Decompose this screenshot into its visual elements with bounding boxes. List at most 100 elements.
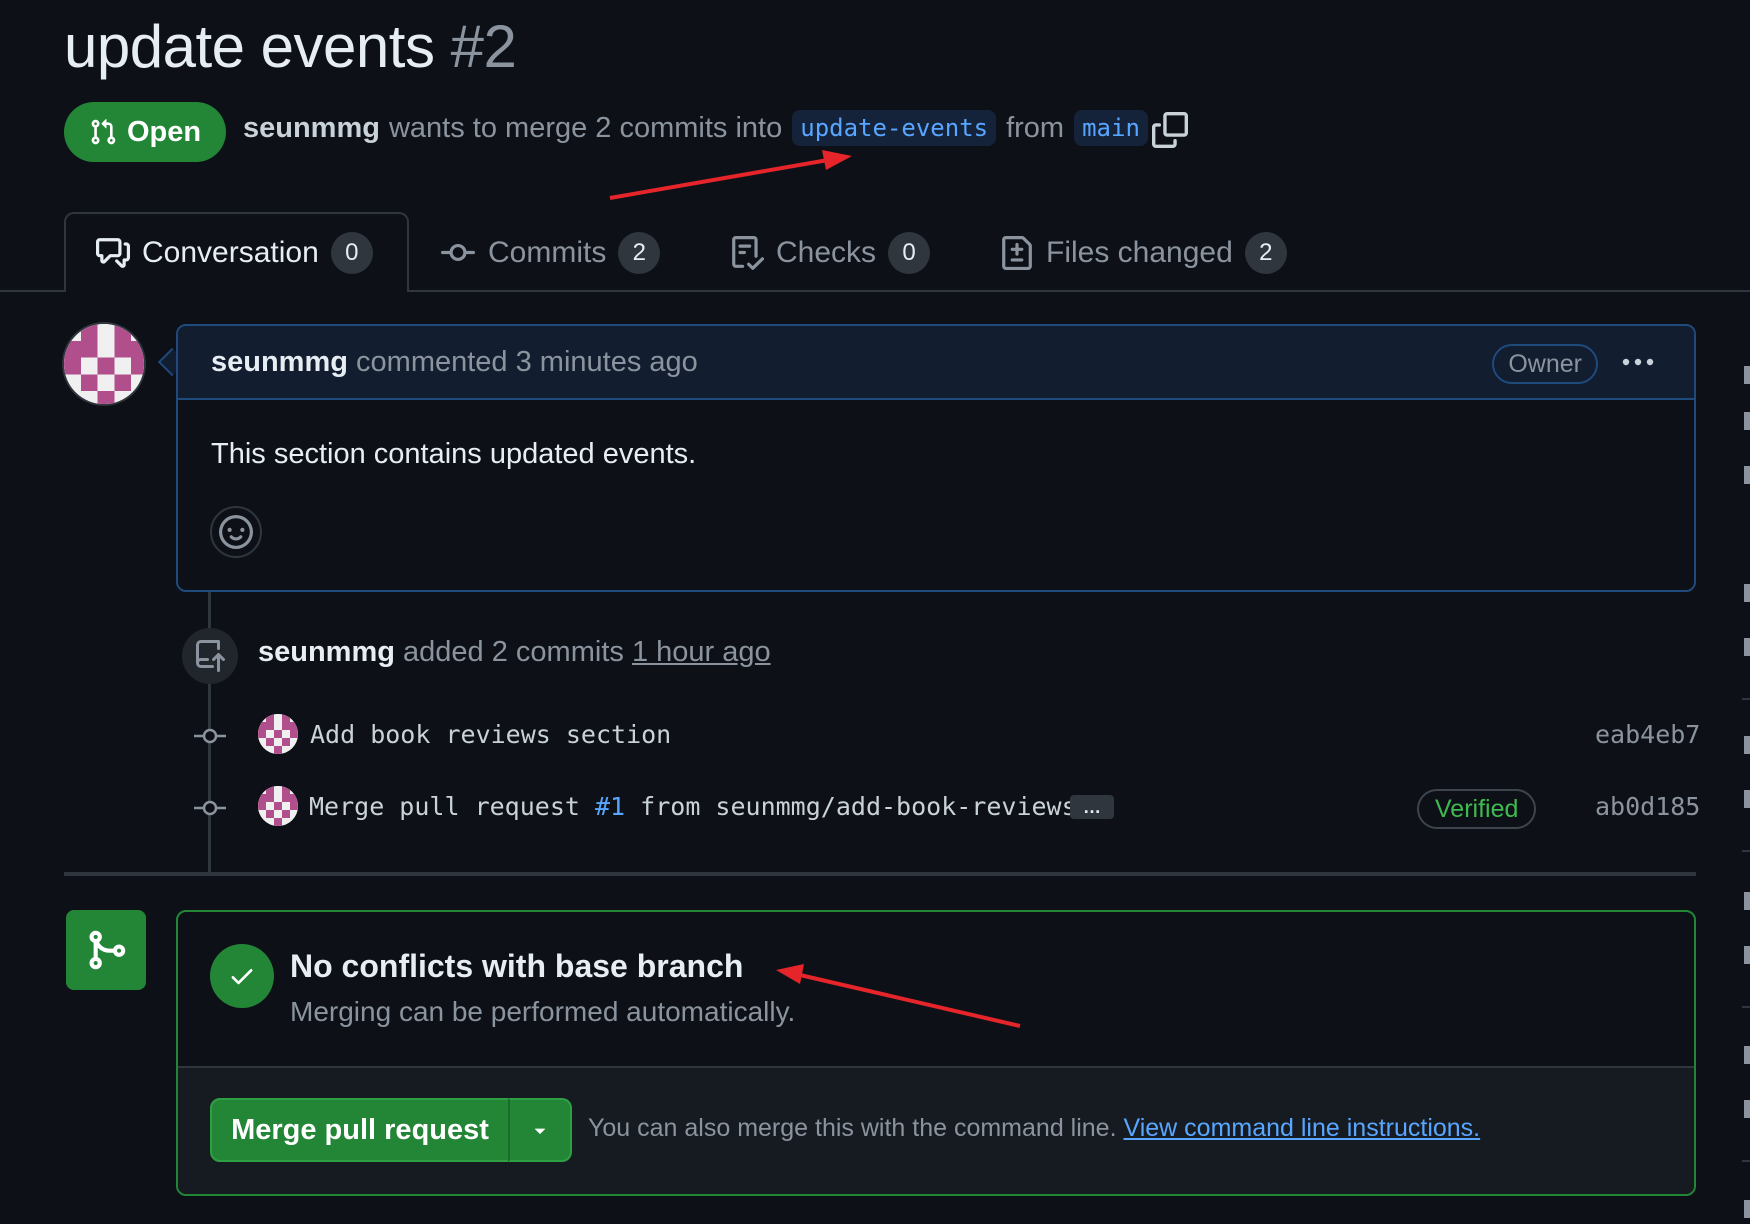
commit-sha-link[interactable]: eab4eb7 [1595, 720, 1700, 749]
sidebar-edge-divider [1742, 1006, 1750, 1008]
annotation-arrow-branch [609, 150, 852, 200]
sidebar-edge-divider [1742, 1160, 1750, 1162]
check-circle [210, 944, 274, 1008]
sidebar-edge-text [1744, 892, 1750, 910]
checklist-icon [732, 236, 764, 270]
merge-pull-request-button[interactable]: Merge pull request [210, 1098, 510, 1162]
commit-avatar[interactable] [258, 714, 298, 754]
pull-request-ref-link[interactable]: #1 [595, 792, 625, 821]
sidebar-edge-text [1744, 584, 1750, 602]
comment-author[interactable]: seunmmg [211, 346, 348, 378]
commit-message-link[interactable]: Add book reviews section [310, 720, 671, 749]
timeline-divider [64, 872, 1696, 876]
comment-box: seunmmg commented 3 minutes ago Owner Th… [176, 324, 1696, 592]
smiley-icon [219, 515, 253, 549]
sidebar-edge-text [1744, 790, 1750, 808]
tab-conversation-label: Conversation [142, 236, 319, 269]
copy-branch-button[interactable] [1152, 112, 1188, 148]
merge-status-subtext: Merging can be performed automatically. [290, 996, 796, 1027]
pr-author-link[interactable]: seunmmg [243, 112, 380, 145]
triangle-down-icon [534, 1128, 546, 1134]
base-branch-ref[interactable]: update-events [792, 110, 997, 146]
push-event-author[interactable]: seunmmg [258, 636, 395, 668]
file-diff-icon [1002, 236, 1032, 270]
command-line-instructions-link[interactable]: View command line instructions. [1123, 1114, 1480, 1142]
sidebar-edge-text [1744, 412, 1750, 430]
merge-hint-text: You can also merge this with the command… [588, 1114, 1117, 1142]
git-pull-request-icon [91, 119, 116, 145]
tab-files-changed-count: 2 [1244, 232, 1287, 274]
tab-files-changed-label: Files changed [1046, 236, 1233, 269]
comment-body: This section contains updated events. [211, 438, 697, 470]
push-event-text: seunmmg added 2 commits 1 hour ago [258, 636, 771, 669]
sidebar-edge-text [1744, 946, 1750, 964]
check-icon [231, 969, 253, 985]
pr-number: #2 [450, 13, 517, 80]
git-commit-icon [194, 800, 226, 816]
pr-title-text: update events [64, 13, 435, 80]
pr-from-text: from [1006, 111, 1065, 144]
kebab-horizontal-icon [1622, 358, 1654, 366]
pr-meta-line: seunmmg wants to merge 2 commits into up… [243, 110, 1158, 146]
push-event-action: added 2 commits [403, 636, 624, 668]
comment-discussion-icon [96, 238, 130, 268]
sidebar-edge-text [1744, 1100, 1750, 1118]
git-commit-icon [441, 243, 475, 261]
git-commit-icon [194, 728, 226, 744]
pr-state-badge: Open [64, 102, 226, 162]
merge-status-heading: No conflicts with base branch [290, 948, 744, 984]
expand-commit-message-button[interactable]: … [1070, 795, 1114, 819]
tab-conversation[interactable]: Conversation 0 [96, 228, 373, 278]
verified-badge[interactable]: Verified [1417, 789, 1537, 829]
repo-push-icon [196, 640, 225, 672]
commit-message-suffix[interactable]: from seunmmg/add-book-reviews [640, 792, 1077, 821]
pr-wants-text: wants to merge 2 commits into [388, 111, 783, 144]
head-branch-ref[interactable]: main [1074, 110, 1148, 146]
commit-avatar[interactable] [258, 786, 298, 826]
tab-checks-label: Checks [776, 236, 877, 269]
sidebar-edge-text [1744, 366, 1750, 384]
tab-commits[interactable]: Commits 2 [440, 228, 661, 278]
tab-commits-label: Commits [488, 236, 607, 269]
commit-message: Merge pull request #1 from seunmmg/add-b… [309, 792, 1077, 821]
tab-commits-count: 2 [618, 232, 661, 274]
merge-hint: You can also merge this with the command… [588, 1114, 1480, 1143]
comment-meta: seunmmg commented 3 minutes ago [211, 346, 698, 379]
comment-action: commented 3 minutes ago [356, 346, 698, 378]
copy-icon [1152, 112, 1188, 148]
merge-box: No conflicts with base branch Merging ca… [176, 910, 1696, 1196]
avatar[interactable] [62, 322, 146, 406]
sidebar-edge-text [1744, 466, 1750, 484]
sidebar-edge-divider [1742, 850, 1750, 852]
owner-badge: Owner [1492, 344, 1598, 384]
identicon-avatar [64, 324, 144, 404]
sidebar-edge-divider [1742, 698, 1750, 700]
merge-status-section: No conflicts with base branch Merging ca… [178, 912, 1694, 1068]
git-merge-icon [89, 930, 126, 970]
merge-status-badge [66, 910, 146, 990]
commit-dot [194, 726, 226, 746]
push-event-time[interactable]: 1 hour ago [632, 636, 771, 668]
commit-sha-link[interactable]: ab0d185 [1595, 792, 1700, 821]
identicon-avatar [258, 714, 298, 754]
commit-message-prefix[interactable]: Merge pull request [309, 792, 580, 821]
sidebar-edge-text [1744, 638, 1750, 656]
sidebar-edge-text [1744, 1046, 1750, 1064]
tab-files-changed[interactable]: Files changed 2 [1000, 228, 1287, 278]
sidebar-edge [1742, 350, 1750, 1224]
tab-checks[interactable]: Checks 0 [730, 228, 931, 278]
merge-actions: Merge pull request You can also merge th… [178, 1068, 1694, 1194]
push-event-badge [182, 628, 238, 684]
page-title: update events #2 [64, 12, 517, 81]
add-reaction-button[interactable] [210, 506, 262, 558]
merge-method-dropdown[interactable] [508, 1098, 572, 1162]
comment-header: seunmmg commented 3 minutes ago Owner [178, 326, 1694, 400]
sidebar-edge-text [1744, 736, 1750, 754]
commit-dot [194, 798, 226, 818]
tab-checks-count: 0 [888, 232, 931, 274]
pr-state-label: Open [126, 115, 202, 148]
sidebar-edge-text [1744, 1200, 1750, 1218]
comment-options-button[interactable] [1618, 348, 1658, 378]
identicon-avatar [258, 786, 298, 826]
tab-conversation-count: 0 [330, 232, 373, 274]
